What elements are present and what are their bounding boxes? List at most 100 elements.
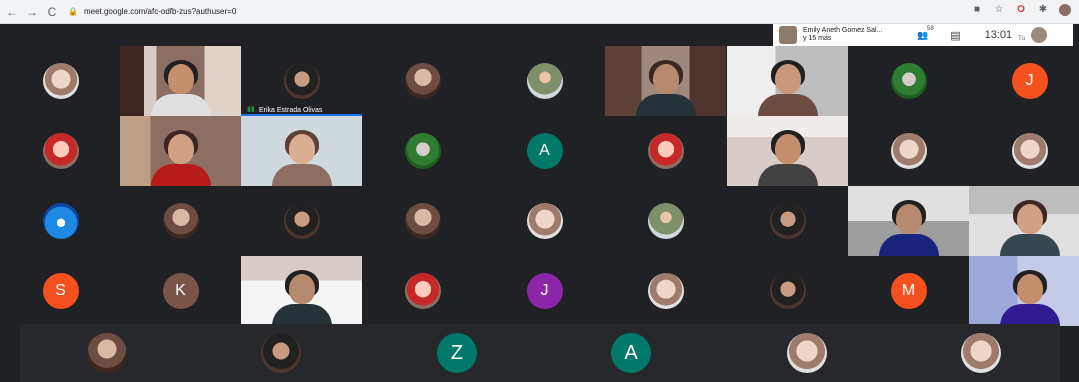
- chat-icon[interactable]: ▤: [950, 29, 960, 42]
- puzzle-extensions-icon[interactable]: ✱: [1037, 4, 1049, 16]
- presenter-name: Emily Aneth Gomez Sal... y 15 más: [803, 27, 895, 43]
- participant-tile-speaking[interactable]: ▮▮ Erika Estrada Olivas: [241, 46, 362, 116]
- people-button[interactable]: 👥 58: [917, 26, 934, 41]
- participant-tile[interactable]: K: [120, 256, 241, 326]
- forward-arrow-icon[interactable]: →: [24, 4, 40, 20]
- meet-info-panel: Emily Aneth Gomez Sal... y 15 más 👥 58 ▤…: [773, 24, 1073, 46]
- participant-tile[interactable]: [605, 256, 726, 326]
- participant-avatar: [769, 203, 806, 239]
- participant-avatar: [647, 203, 684, 239]
- participant-video-tile[interactable]: [241, 116, 362, 186]
- self-avatar[interactable]: [1031, 27, 1048, 43]
- participant-tile[interactable]: [362, 46, 483, 116]
- participant-tile[interactable]: [362, 186, 483, 256]
- participant-initial-avatar: A: [526, 133, 563, 169]
- participant-tile[interactable]: [605, 116, 726, 186]
- participant-tile[interactable]: [0, 116, 121, 186]
- participant-tile[interactable]: [241, 186, 362, 256]
- participant-avatar: [162, 203, 199, 239]
- participant-tile[interactable]: [0, 46, 121, 116]
- participant-tile[interactable]: A: [606, 328, 656, 378]
- participant-tile[interactable]: [782, 328, 832, 378]
- participant-video-tile[interactable]: [120, 116, 241, 186]
- browser-toolbar: ← → C 🔒 meet.google.com/afc-odfb-zus?aut…: [0, 0, 1079, 24]
- participant-name-tag: ▮▮ Erika Estrada Olivas: [247, 106, 322, 114]
- participant-initial-avatar: M: [890, 273, 927, 309]
- self-label: Tú: [1018, 36, 1026, 42]
- presenter-name-line1: Emily Aneth Gomez Sal...: [803, 27, 883, 34]
- participant-tile[interactable]: [256, 328, 306, 378]
- participant-tile[interactable]: [0, 186, 121, 256]
- address-bar[interactable]: 🔒 meet.google.com/afc-odfb-zus?authuser=…: [68, 3, 948, 20]
- participant-video-tile[interactable]: [969, 186, 1079, 256]
- participant-avatar: [42, 63, 79, 99]
- participant-tile[interactable]: Z: [432, 328, 482, 378]
- participant-strip-bottom: Z A: [20, 324, 1060, 382]
- participant-avatar: [787, 333, 827, 373]
- participant-tile[interactable]: [848, 116, 969, 186]
- participant-person: [635, 60, 696, 116]
- participant-avatar: [647, 133, 684, 169]
- participant-tile[interactable]: [362, 256, 483, 326]
- participant-tile[interactable]: [605, 186, 726, 256]
- participant-tile[interactable]: M: [848, 256, 969, 326]
- participant-person: [999, 200, 1060, 256]
- participant-video-tile[interactable]: [848, 186, 969, 256]
- participant-video-tile[interactable]: [727, 46, 848, 116]
- meet-top-bar: Emily Aneth Gomez Sal... y 15 más 👥 58 ▤…: [0, 24, 1079, 46]
- participant-avatar: [261, 333, 301, 373]
- participant-tile[interactable]: [362, 116, 483, 186]
- participant-person: [150, 60, 211, 116]
- participant-avatar: [87, 333, 127, 373]
- url-text: meet.google.com/afc-odfb-zus?authuser=0: [83, 7, 237, 16]
- participant-person: [271, 270, 332, 326]
- participant-tile[interactable]: [120, 186, 241, 256]
- participant-tile[interactable]: J: [969, 46, 1079, 116]
- presenter-thumbnail[interactable]: [779, 26, 797, 44]
- clock: 13:01: [984, 29, 1013, 41]
- reload-icon[interactable]: C: [44, 4, 60, 20]
- participant-avatar: [42, 203, 79, 239]
- participant-avatar: [769, 273, 806, 309]
- participant-person: [999, 270, 1060, 326]
- participant-initial-avatar: S: [42, 273, 79, 309]
- back-arrow-icon[interactable]: ←: [4, 4, 20, 20]
- extension-icons: ■ ☆ O ✱: [971, 4, 1071, 16]
- participant-avatar: [283, 203, 320, 239]
- participant-avatar: [404, 133, 441, 169]
- participant-avatar: [890, 133, 927, 169]
- participant-tile[interactable]: [848, 46, 969, 116]
- participant-avatar: [404, 63, 441, 99]
- participant-initial-avatar: K: [162, 273, 199, 309]
- participant-tile[interactable]: [484, 46, 605, 116]
- participant-avatar: [961, 333, 1001, 373]
- participant-video-tile[interactable]: [969, 256, 1079, 326]
- participant-video-tile[interactable]: [241, 256, 362, 326]
- participant-initial-avatar: A: [611, 333, 651, 373]
- people-count: 58: [927, 25, 934, 32]
- bookmark-star-icon[interactable]: ☆: [993, 4, 1005, 16]
- participant-tile[interactable]: [727, 256, 848, 326]
- opera-extension-icon[interactable]: O: [1015, 4, 1027, 16]
- participant-tile[interactable]: S: [0, 256, 121, 326]
- participant-name: Erika Estrada Olivas: [259, 106, 323, 114]
- participant-person: [757, 60, 818, 116]
- participant-tile[interactable]: [82, 328, 132, 378]
- participant-video-tile[interactable]: [120, 46, 241, 116]
- participant-person: [150, 130, 211, 186]
- participant-tile[interactable]: [969, 116, 1079, 186]
- profile-avatar-icon[interactable]: [1059, 4, 1071, 16]
- speaking-indicator-icon: ▮▮: [247, 106, 255, 113]
- participant-avatar: [890, 63, 927, 99]
- participant-video-tile[interactable]: [605, 46, 726, 116]
- participant-tile[interactable]: [727, 186, 848, 256]
- camera-icon[interactable]: ■: [971, 4, 983, 16]
- participant-avatar: [647, 273, 684, 309]
- participant-tile[interactable]: A: [484, 116, 605, 186]
- participant-tile[interactable]: [484, 186, 605, 256]
- participant-avatar: [42, 133, 79, 169]
- participant-video-tile[interactable]: [727, 116, 848, 186]
- participant-avatar: [1011, 133, 1048, 169]
- participant-tile[interactable]: J: [484, 256, 605, 326]
- participant-tile[interactable]: [956, 328, 1006, 378]
